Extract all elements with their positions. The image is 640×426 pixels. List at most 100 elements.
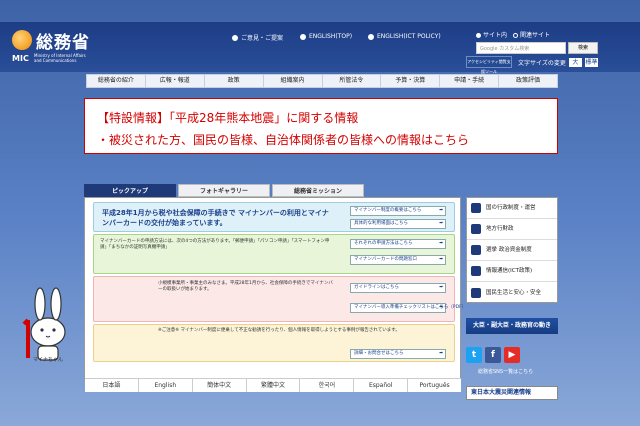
link-feedback[interactable]: ご意見・ご提案 <box>232 33 283 42</box>
link-english-top[interactable]: ENGLISH(TOP) <box>300 33 352 40</box>
overview-button[interactable]: マイナンバー制度の概要はこちら ➡ <box>350 206 446 216</box>
arrow-right-icon: ➡ <box>439 285 443 290</box>
sidebar-label: 地方行財政 <box>486 226 514 232</box>
overview-button-label: マイナンバー制度の概要はこちら <box>354 208 422 213</box>
sns-list-link[interactable]: 総務省SNS一覧はこちら <box>478 368 533 375</box>
sidebar-label: 国民生活と安心・安全 <box>486 289 542 296</box>
search-input[interactable]: Google カスタム検索 <box>476 42 566 54</box>
sidebar-item-elections[interactable]: 選挙 政治資金制度 <box>467 240 557 261</box>
logo[interactable]: 総務省 MIC Ministry of Internal Affairs and… <box>12 28 92 68</box>
guideline-button[interactable]: ガイドラインはこちら ➡ <box>350 283 446 293</box>
nav-item-laws[interactable]: 所管法令 <box>323 75 382 87</box>
radio-icon <box>476 33 481 38</box>
font-standard-button[interactable]: 標準 <box>584 58 598 67</box>
lang-japanese[interactable]: 日本語 <box>85 379 139 392</box>
application-text: マイナンバーカードの申請方法には、次の4つの方法があります。「郵便申請」「パソコ… <box>100 239 330 250</box>
notice-line-2[interactable]: ・被災された方、国民の皆様、自治体関係者の皆様への情報はこちら <box>97 131 469 148</box>
checklist-button[interactable]: マイナンバー導入準備チェックリストはこちら（PDF） ➡ <box>350 303 466 313</box>
warning-text: ※ご注意※ マイナンバー制度に便乗して不正な勧誘を行ったり、個人情報を取得しよう… <box>158 328 400 333</box>
sidebar-item-safety[interactable]: 国民生活と安心・安全 <box>467 282 557 303</box>
radio-icon <box>513 33 519 38</box>
nav-item-policy[interactable]: 政策 <box>205 75 264 87</box>
mascot-name: マイナちゃん <box>33 357 63 363</box>
language-bar: 日本語 English 簡体中文 繁體中文 한국어 Español Portug… <box>85 378 461 392</box>
link-english-top-label: ENGLISH(TOP) <box>309 33 353 40</box>
font-large-button[interactable]: 大 <box>568 58 582 67</box>
inquiry-button-label: マイナンバーカードの問題窓口 <box>354 257 417 262</box>
tab-photo-gallery[interactable]: フォトギャラリー <box>178 184 270 197</box>
arrow-right-icon: ➡ <box>439 257 443 262</box>
usage-button[interactable]: 具体的な利用場面はこちら ➡ <box>350 219 446 229</box>
nav-item-organization[interactable]: 組織案内 <box>264 75 323 87</box>
tab-pickup[interactable]: ピックアップ <box>84 184 176 197</box>
content-tabs: ピックアップ フォトギャラリー 総務省ミッション <box>84 184 364 197</box>
lang-english[interactable]: English <box>139 379 193 392</box>
mynumber-title: 平成28年1月から税や社会保障の手続きで マイナンバーの利用とマイナンバーカード… <box>102 209 329 227</box>
radio-site-label: サイト内 <box>483 32 508 39</box>
special-notice[interactable]: 【特設情報】「平成28年熊本地震」に関する情報 ・被災された方、国民の皆様、自治… <box>84 98 558 154</box>
nav-item-about[interactable]: 総務省の紹介 <box>87 75 146 87</box>
lang-traditional-chinese[interactable]: 繁體中文 <box>247 379 301 392</box>
bullet-icon <box>232 34 238 41</box>
checklist-button-label: マイナンバー導入準備チェックリストはこちら（PDF） <box>354 305 467 310</box>
nav-item-budget[interactable]: 予算・決算 <box>381 75 441 87</box>
bullet-icon <box>300 33 306 40</box>
radio-related-label: 関連サイト <box>520 32 551 39</box>
safety-icon <box>471 287 481 298</box>
social-links: t f ▶ <box>466 345 558 365</box>
arrow-right-icon: ➡ <box>439 305 443 310</box>
twitter-icon[interactable]: t <box>466 347 482 363</box>
youtube-icon[interactable]: ▶ <box>504 347 520 363</box>
earthquake-info-banner[interactable]: 東日本大震災関連情報 <box>466 386 558 400</box>
global-nav: 総務省の紹介 広報・報道 政策 組織案内 所管法令 予算・決算 申請・手続 政策… <box>86 74 558 88</box>
radio-related[interactable]: 関連サイト <box>513 30 550 39</box>
nav-item-press[interactable]: 広報・報道 <box>146 75 205 87</box>
lang-portuguese[interactable]: Português <box>408 379 461 392</box>
ict-icon <box>471 266 481 276</box>
search-button[interactable]: 検索 <box>568 42 598 54</box>
business-box: 小規模事業所・事業主のみなさま。平成28年1月から、社会保障の手続きでマイナンバ… <box>93 276 466 322</box>
sidebar-label: 情報通信(ICT政策) <box>486 268 533 274</box>
facebook-icon[interactable]: f <box>485 347 501 363</box>
minister-activities-banner[interactable]: 大臣・副大臣・政務官の動き <box>466 318 558 334</box>
search-scope: サイト内 関連サイト <box>476 30 550 39</box>
lang-simplified-chinese[interactable]: 簡体中文 <box>193 379 247 392</box>
notice-line-1[interactable]: 【特設情報】「平成28年熊本地震」に関する情報 <box>97 109 358 126</box>
link-english-ict[interactable]: ENGLISH(ICT POLICY) <box>368 33 441 40</box>
logo-mark-icon <box>12 30 32 50</box>
arrow-right-icon: ➡ <box>439 221 443 226</box>
link-feedback-label: ご意見・ご提案 <box>241 35 284 42</box>
font-size-control: 文字サイズの変更 大 標準 <box>518 58 598 67</box>
details-button[interactable]: 詳細・お問合せはこちら ➡ <box>350 349 446 359</box>
guideline-button-label: ガイドラインはこちら <box>354 285 399 290</box>
sidebar-item-administration[interactable]: 国の行政制度・運営 <box>467 198 557 219</box>
nav-item-procedures[interactable]: 申請・手続 <box>440 75 500 87</box>
accessibility-button[interactable]: アクセシビリティ閲覧支援ツール <box>466 56 512 74</box>
nav-item-evaluation[interactable]: 政策評価 <box>499 75 557 87</box>
tab-mission[interactable]: 総務省ミッション <box>272 184 364 197</box>
logo-subtitle: Ministry of Internal Affairs and Communi… <box>34 53 86 63</box>
sidebar-label: 選挙 政治資金制度 <box>486 247 532 253</box>
sidebar-label: 国の行政制度・運営 <box>486 205 536 211</box>
sidebar-item-ict[interactable]: 情報通信(ICT政策) <box>467 261 557 282</box>
logo-mic: MIC <box>12 54 29 63</box>
link-english-ict-label: ENGLISH(ICT POLICY) <box>377 33 441 40</box>
pickup-panel: 平成28年1月から税や社会保障の手続きで マイナンバーの利用とマイナンバーカード… <box>84 197 466 380</box>
radio-site[interactable]: サイト内 <box>476 30 507 39</box>
arrow-right-icon: ➡ <box>439 241 443 246</box>
administration-icon <box>471 203 481 213</box>
arrow-right-icon: ➡ <box>439 208 443 213</box>
application-methods-button[interactable]: それぞれの申請方法はこちら ➡ <box>350 239 446 249</box>
font-size-label: 文字サイズの変更 <box>518 60 566 67</box>
inquiry-button[interactable]: マイナンバーカードの問題窓口 ➡ <box>350 255 446 265</box>
application-box: マイナンバーカードの申請方法には、次の4つの方法があります。「郵便申請」「パソコ… <box>93 234 455 274</box>
sidebar-item-local-finance[interactable]: 地方行財政 <box>467 219 557 240</box>
details-button-label: 詳細・お問合せはこちら <box>354 351 404 356</box>
lang-spanish[interactable]: Español <box>354 379 409 392</box>
lang-korean[interactable]: 한국어 <box>300 379 355 392</box>
page: 総務省 MIC Ministry of Internal Affairs and… <box>0 0 640 426</box>
mynumber-intro-box: 平成28年1月から税や社会保障の手続きで マイナンバーの利用とマイナンバーカード… <box>93 202 455 232</box>
usage-button-label: 具体的な利用場面はこちら <box>354 221 408 226</box>
application-methods-label: それぞれの申請方法はこちら <box>354 241 413 246</box>
arrow-right-icon: ➡ <box>439 351 443 356</box>
